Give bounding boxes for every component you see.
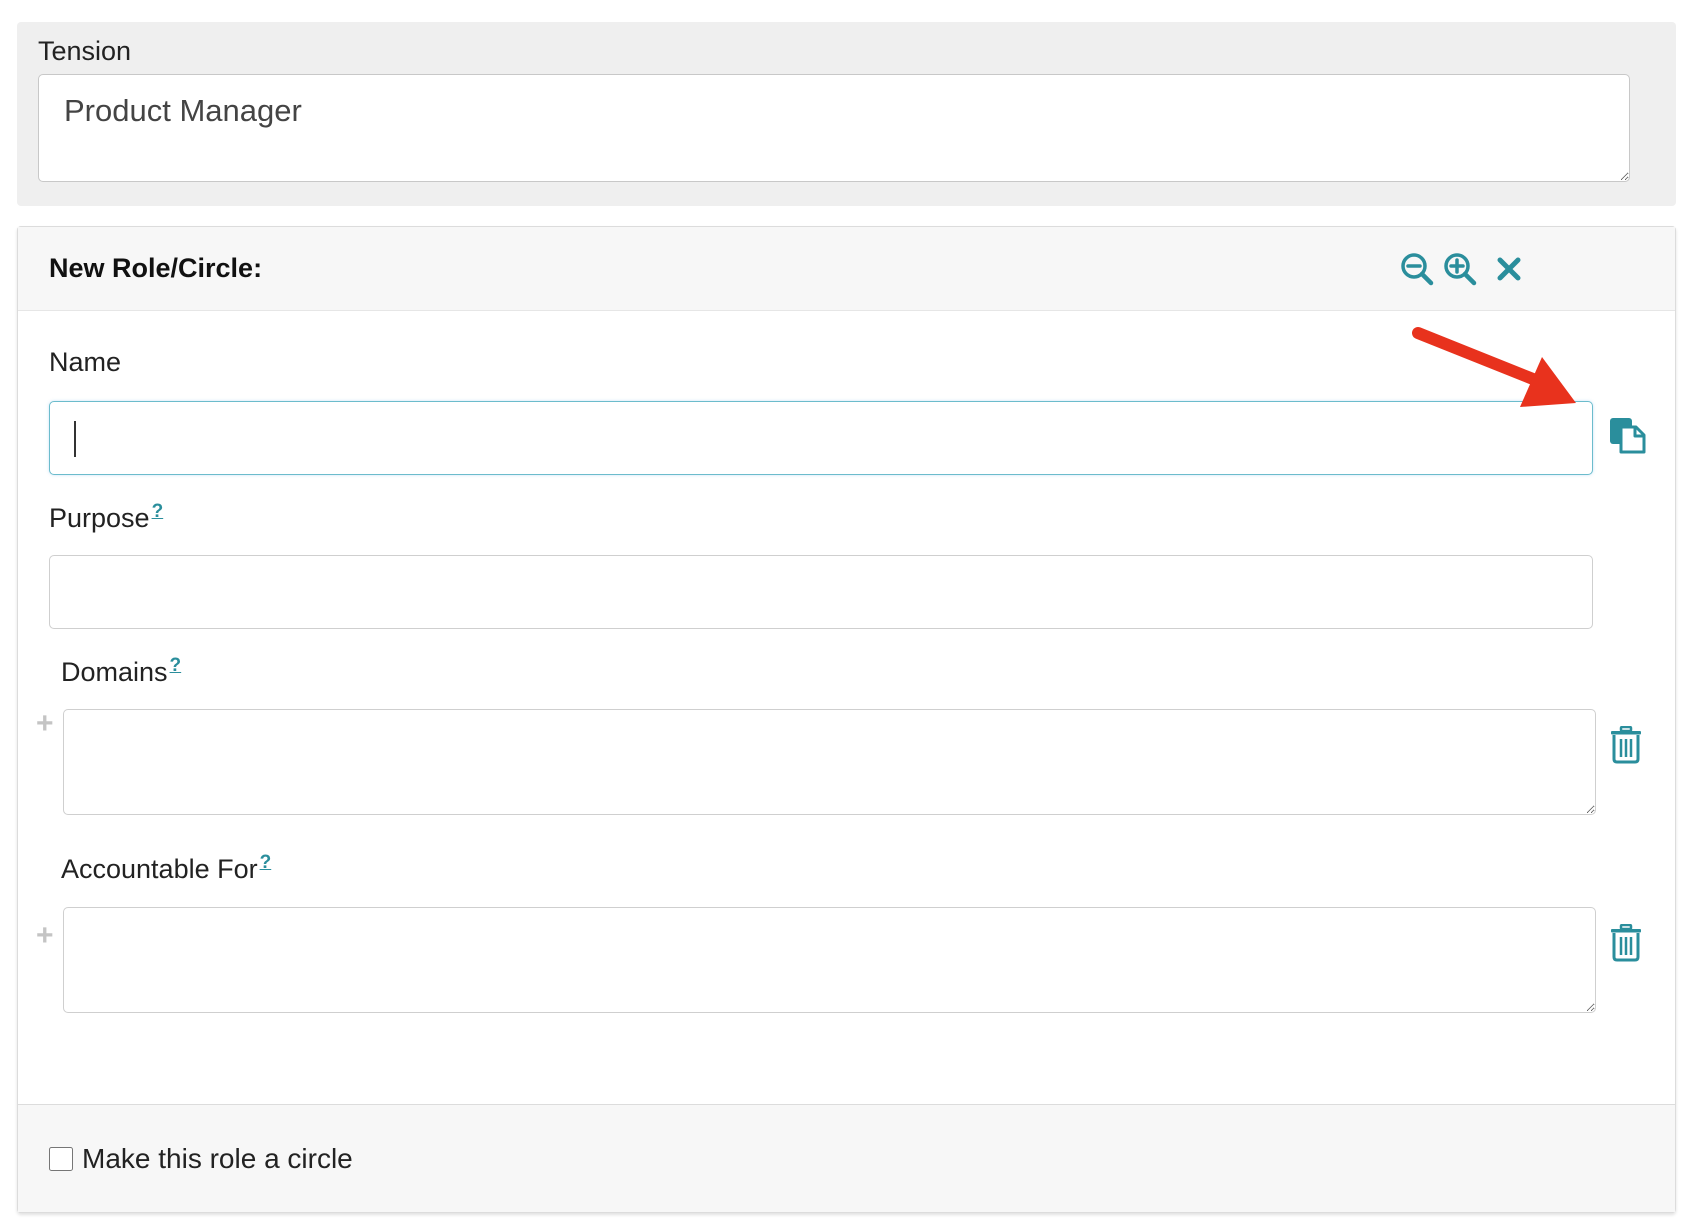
panel-header: New Role/Circle: [18,227,1675,311]
domains-add-handle[interactable]: + [36,707,54,741]
accountable-for-add-handle[interactable]: + [36,919,54,953]
panel-title: New Role/Circle: [49,253,263,283]
copy-icon [1610,418,1646,454]
tension-label: Tension [38,36,132,66]
text-caret [74,421,76,457]
accountable-for-delete-button[interactable] [1604,921,1648,965]
domains-help-link[interactable]: ? [170,655,182,676]
tension-textarea[interactable]: Product Manager [38,74,1630,182]
accountable-for-label-text: Accountable For [61,854,258,884]
accountable-for-help-link[interactable]: ? [260,852,272,873]
panel-footer: Make this role a circle [18,1104,1675,1212]
domains-label-text: Domains [61,657,168,687]
zoom-out-icon [1401,253,1434,286]
domains-delete-button[interactable] [1604,723,1648,767]
name-label: Name [49,347,122,377]
make-circle-checkbox[interactable] [49,1147,73,1171]
accountable-for-label: Accountable For? [61,852,271,885]
accountable-for-textarea[interactable] [63,907,1596,1013]
trash-icon [1611,924,1641,962]
purpose-input[interactable] [49,555,1593,629]
tension-section: Tension Product Manager [17,22,1676,206]
zoom-in-button[interactable] [1440,249,1480,289]
purpose-label: Purpose? [49,501,163,534]
purpose-label-text: Purpose [49,503,150,533]
purpose-help-link[interactable]: ? [152,501,164,522]
new-role-panel: New Role/Circle: Name Purpose ? Domains … [17,226,1676,1213]
domains-textarea[interactable] [63,709,1596,815]
name-input[interactable] [49,401,1593,475]
trash-icon [1611,726,1641,764]
domains-label: Domains? [61,655,181,688]
close-icon [1497,257,1521,281]
zoom-out-button[interactable] [1397,249,1437,289]
zoom-in-icon [1444,253,1477,286]
close-button[interactable] [1489,249,1529,289]
copy-button[interactable] [1605,413,1649,457]
annotation-arrow-icon [1412,327,1576,407]
make-circle-label[interactable]: Make this role a circle [82,1143,353,1175]
